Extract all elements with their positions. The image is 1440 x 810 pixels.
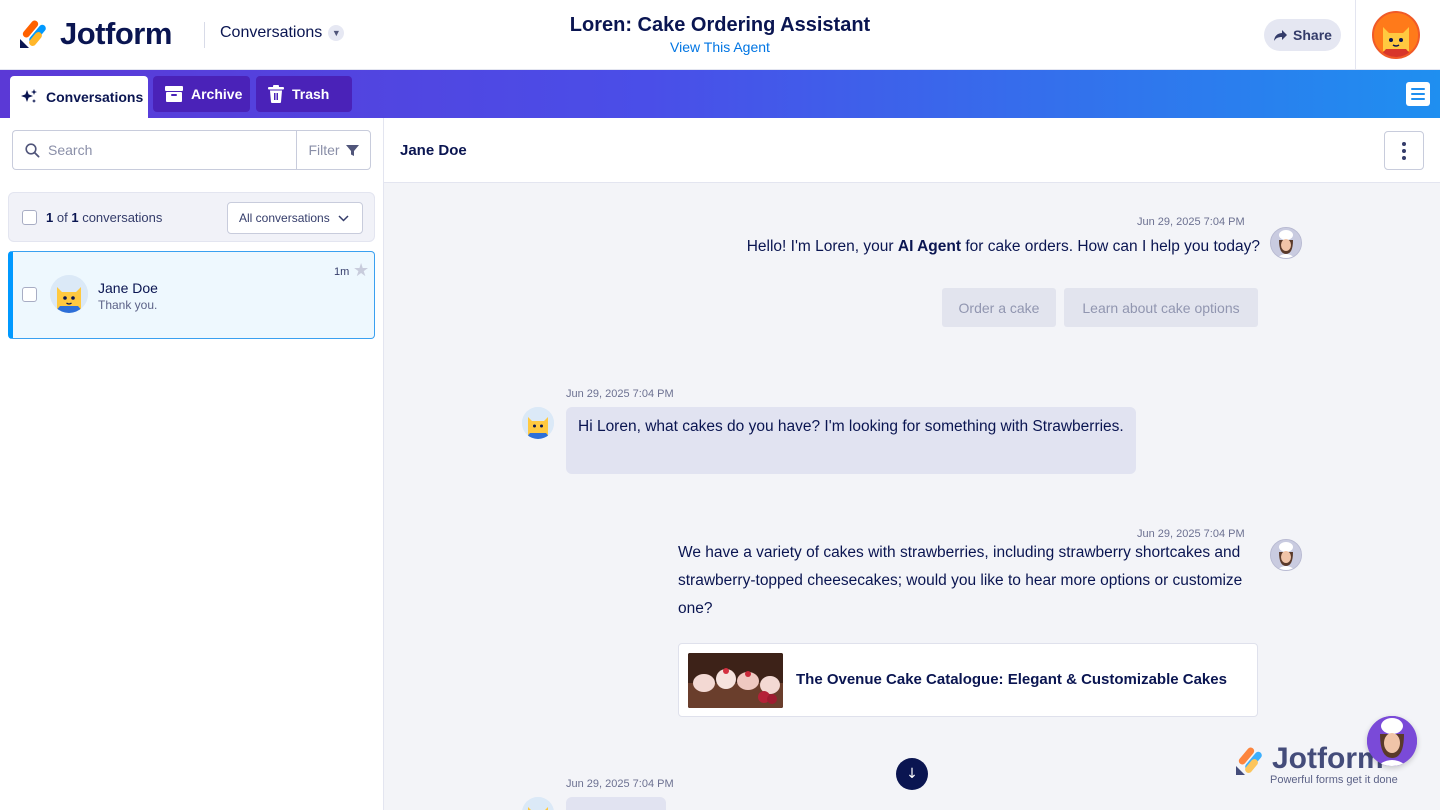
kebab-dot [1402, 155, 1406, 160]
section-switcher[interactable]: Conversations ▼ [220, 24, 345, 42]
chef-avatar-icon [1271, 228, 1301, 258]
count-of: of [56, 210, 68, 225]
filter-button[interactable]: Filter [296, 130, 371, 170]
count-total: 1 [71, 210, 79, 225]
message-timestamp: Jun 29, 2025 7:04 PM [566, 778, 674, 790]
message-timestamp: Jun 29, 2025 7:04 PM [566, 388, 674, 400]
share-arrow-icon [1274, 29, 1288, 41]
quick-reply-order-cake[interactable]: Order a cake [942, 288, 1056, 327]
dropdown-label: All conversations [239, 211, 330, 225]
header-divider [204, 22, 205, 48]
search-placeholder: Search [48, 142, 93, 158]
conversation-list-item[interactable]: Jane Doe Thank you. 1m ★ [8, 251, 375, 339]
contact-avatar [50, 275, 88, 313]
kebab-dot [1402, 148, 1406, 153]
tab-conversations-label: Conversations [46, 89, 144, 105]
cat-avatar-icon [522, 407, 554, 439]
agent-message-text: Hello! I'm Loren, your [746, 238, 898, 255]
agent-avatar [1270, 227, 1302, 259]
conversation-name: Jane Doe [98, 280, 158, 296]
cake-image-icon [688, 653, 783, 708]
cake-thumbnail [688, 653, 783, 708]
agent-message: Hello! I'm Loren, your AI Agent for cake… [740, 233, 1260, 261]
agent-message-text-end: for cake orders. How can I help you toda… [961, 238, 1260, 255]
scroll-down-arrow-icon[interactable]: ↓ [896, 758, 928, 790]
select-all-checkbox[interactable] [22, 210, 37, 225]
search-input[interactable]: Search [12, 130, 297, 170]
user-message: Hi Loren, what cakes do you have? I'm lo… [566, 407, 1136, 474]
conversation-checkbox[interactable] [22, 287, 37, 302]
chat-header: Jane Doe [384, 118, 1440, 183]
kebab-dot [1402, 141, 1406, 146]
trash-icon [268, 85, 284, 103]
agent-avatar [1270, 539, 1302, 571]
jotform-logo-icon [20, 20, 46, 48]
user-avatar[interactable] [1372, 11, 1420, 59]
sparkle-icon [21, 89, 37, 103]
tab-bar: Conversations Archive Trash [0, 70, 1440, 118]
search-icon [25, 142, 40, 157]
filter-funnel-icon [345, 144, 359, 156]
user-avatar-small [522, 797, 554, 810]
menu-line [1411, 88, 1425, 90]
menu-line [1411, 93, 1425, 95]
star-icon[interactable]: ★ [353, 260, 369, 281]
message-timestamp: Jun 29, 2025 7:04 PM [1137, 216, 1245, 228]
jotform-logo-icon [1236, 747, 1262, 775]
chef-avatar-icon [1271, 540, 1301, 570]
menu-line [1411, 98, 1425, 100]
tab-trash[interactable]: Trash [256, 76, 352, 112]
catalogue-link-card[interactable]: The Ovenue Cake Catalogue: Elegant & Cus… [678, 643, 1258, 717]
quick-reply-learn-options[interactable]: Learn about cake options [1064, 288, 1258, 327]
jotform-logo[interactable]: Jotform [18, 16, 172, 52]
tab-archive-label: Archive [191, 86, 243, 102]
tab-archive[interactable]: Archive [153, 76, 250, 112]
share-label: Share [1293, 27, 1332, 43]
chevron-down-icon [338, 214, 349, 222]
agent-message-bold: AI Agent [897, 238, 962, 255]
header-right-divider [1355, 0, 1356, 70]
conversation-count-bar: 1 of 1 conversations All conversations [8, 192, 375, 242]
more-options-icon[interactable] [1384, 131, 1424, 170]
conversation-filter-dropdown[interactable]: All conversations [227, 202, 363, 234]
page-title: Loren: Cake Ordering Assistant [569, 14, 871, 36]
logo-wordmark: Jotform [60, 16, 172, 51]
count-current: 1 [46, 210, 54, 225]
user-message [566, 797, 666, 810]
chef-avatar-icon [1367, 716, 1417, 766]
conversation-count: 1 of 1 conversations [46, 210, 162, 225]
chat-transcript[interactable]: Jun 29, 2025 7:04 PM Hello! I'm Loren, y… [384, 183, 1440, 810]
catalogue-card-title: The Ovenue Cake Catalogue: Elegant & Cus… [796, 671, 1227, 688]
tab-trash-label: Trash [292, 86, 330, 102]
cat-avatar-icon [50, 275, 88, 313]
filter-label: Filter [308, 142, 340, 158]
chevron-down-icon: ▼ [328, 25, 345, 41]
conversation-time: 1m [334, 266, 350, 278]
tab-conversations[interactable]: Conversations [10, 76, 148, 118]
user-avatar-small [522, 407, 554, 439]
branding-tagline: Powerful forms get it done [1270, 774, 1398, 786]
chat-agent-launcher[interactable] [1367, 716, 1417, 766]
archive-icon [165, 86, 183, 102]
section-label: Conversations [220, 24, 323, 41]
conversation-list-panel: Search Filter 1 of 1 conversations All c… [0, 118, 384, 810]
agent-message: We have a variety of cakes with strawber… [678, 544, 1243, 617]
count-suffix: conversations [82, 210, 163, 225]
cat-avatar-icon [522, 797, 554, 810]
app-header: Jotform Conversations ▼ Loren: Cake Orde… [0, 0, 1440, 70]
cat-avatar-icon [1374, 13, 1418, 57]
hamburger-menu-icon[interactable] [1406, 82, 1430, 106]
view-agent-link[interactable]: View This Agent [520, 39, 920, 55]
conversation-preview: Thank you. [98, 298, 158, 312]
agent-title-block: Loren: Cake Ordering Assistant View This… [520, 14, 920, 55]
share-button[interactable]: Share [1264, 19, 1341, 51]
chat-contact-name: Jane Doe [400, 142, 467, 159]
